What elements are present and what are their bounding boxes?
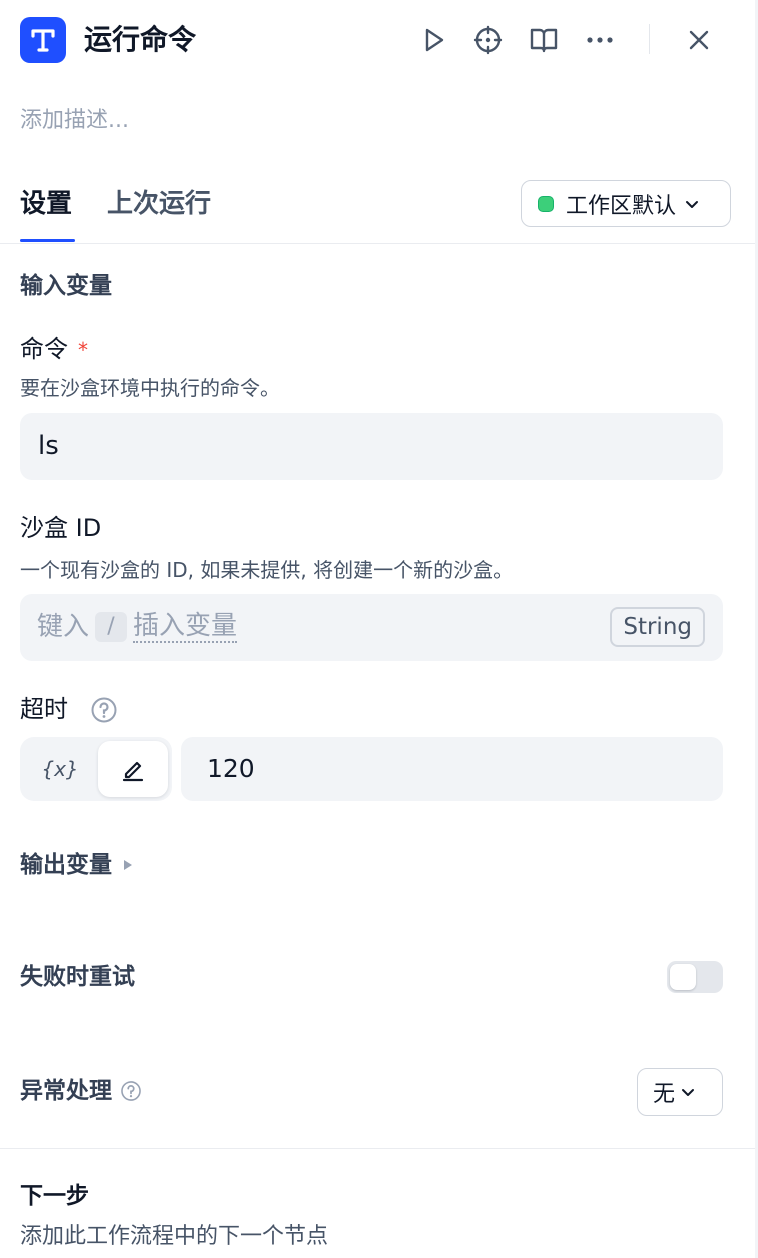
chevron-down-icon: [682, 1089, 695, 1096]
close-button[interactable]: [682, 22, 716, 58]
placeholder-suffix: 插入变量: [133, 611, 238, 643]
sandbox-id-input[interactable]: 键入 / 插入变量 String: [20, 594, 723, 661]
command-input[interactable]: ls: [20, 413, 723, 480]
active-tab-indicator: [20, 239, 75, 242]
description-input[interactable]: 添加描述...: [20, 106, 129, 136]
node-title: 运行命令: [84, 23, 197, 56]
play-icon: [425, 28, 444, 52]
run-button[interactable]: [417, 22, 451, 58]
header-divider: [649, 24, 650, 54]
node-header: 运行命令: [0, 0, 758, 80]
next-step-title: 下一步: [20, 1183, 89, 1209]
book-icon: [530, 28, 558, 53]
chevron-down-icon: [686, 200, 699, 208]
timeout-label-text: 超时: [20, 695, 68, 723]
required-mark: *: [78, 338, 88, 362]
close-icon: [689, 30, 709, 50]
switch-knob: [670, 964, 696, 990]
timeout-input[interactable]: 120: [181, 737, 723, 801]
input-variables-title: 输入变量: [20, 273, 112, 299]
timeout-label: 超时: [20, 693, 118, 725]
constant-mode-button[interactable]: [98, 741, 168, 797]
sandbox-id-placeholder: 键入 / 插入变量: [37, 610, 238, 644]
command-value: ls: [38, 431, 59, 461]
tab-settings[interactable]: 设置: [20, 186, 72, 222]
section-divider: [0, 1148, 758, 1149]
sandbox-id-description: 一个现有沙盒的 ID, 如果未提供, 将创建一个新的沙盒。: [20, 558, 514, 582]
tool-t-icon: [20, 17, 66, 63]
next-step-description: 添加此工作流程中的下一个节点: [20, 1224, 329, 1249]
workspace-label: 工作区默认: [566, 193, 677, 219]
more-button[interactable]: [583, 22, 617, 58]
timeout-mode-toggle: {x}: [20, 737, 172, 801]
command-description: 要在沙盒环境中执行的命令。: [20, 376, 280, 400]
error-handling-value: 无: [653, 1082, 676, 1107]
help-icon[interactable]: [120, 1080, 142, 1102]
locate-button[interactable]: [471, 22, 505, 58]
crosshair-icon: [473, 25, 503, 55]
docs-button[interactable]: [527, 22, 561, 58]
caret-right-icon: [124, 860, 132, 870]
status-dot-icon: [538, 195, 554, 212]
error-handling-label-text: 异常处理: [20, 1078, 112, 1104]
tabs-divider: [0, 243, 758, 244]
help-icon[interactable]: [90, 696, 118, 724]
retry-label: 失败时重试: [20, 964, 135, 990]
retry-switch[interactable]: [667, 961, 723, 993]
placeholder-prefix: 键入: [37, 612, 90, 642]
command-label-text: 命令: [20, 335, 68, 363]
pencil-icon: [122, 761, 144, 782]
output-variables-title: 输出变量: [20, 852, 112, 878]
sandbox-id-label: 沙盒 ID: [20, 514, 102, 542]
tab-last-run[interactable]: 上次运行: [107, 186, 211, 222]
type-badge: String: [610, 607, 705, 647]
timeout-value: 120: [207, 754, 255, 783]
variable-mode-button[interactable]: {x}: [26, 743, 94, 795]
command-label: 命令 *: [20, 333, 88, 366]
error-handling-label: 异常处理: [20, 1075, 142, 1107]
slash-key: /: [95, 612, 128, 642]
more-icon: [587, 37, 613, 43]
workspace-select[interactable]: 工作区默认: [521, 180, 731, 227]
error-handling-select[interactable]: 无: [637, 1068, 723, 1116]
output-variables-toggle[interactable]: 输出变量: [20, 849, 134, 881]
